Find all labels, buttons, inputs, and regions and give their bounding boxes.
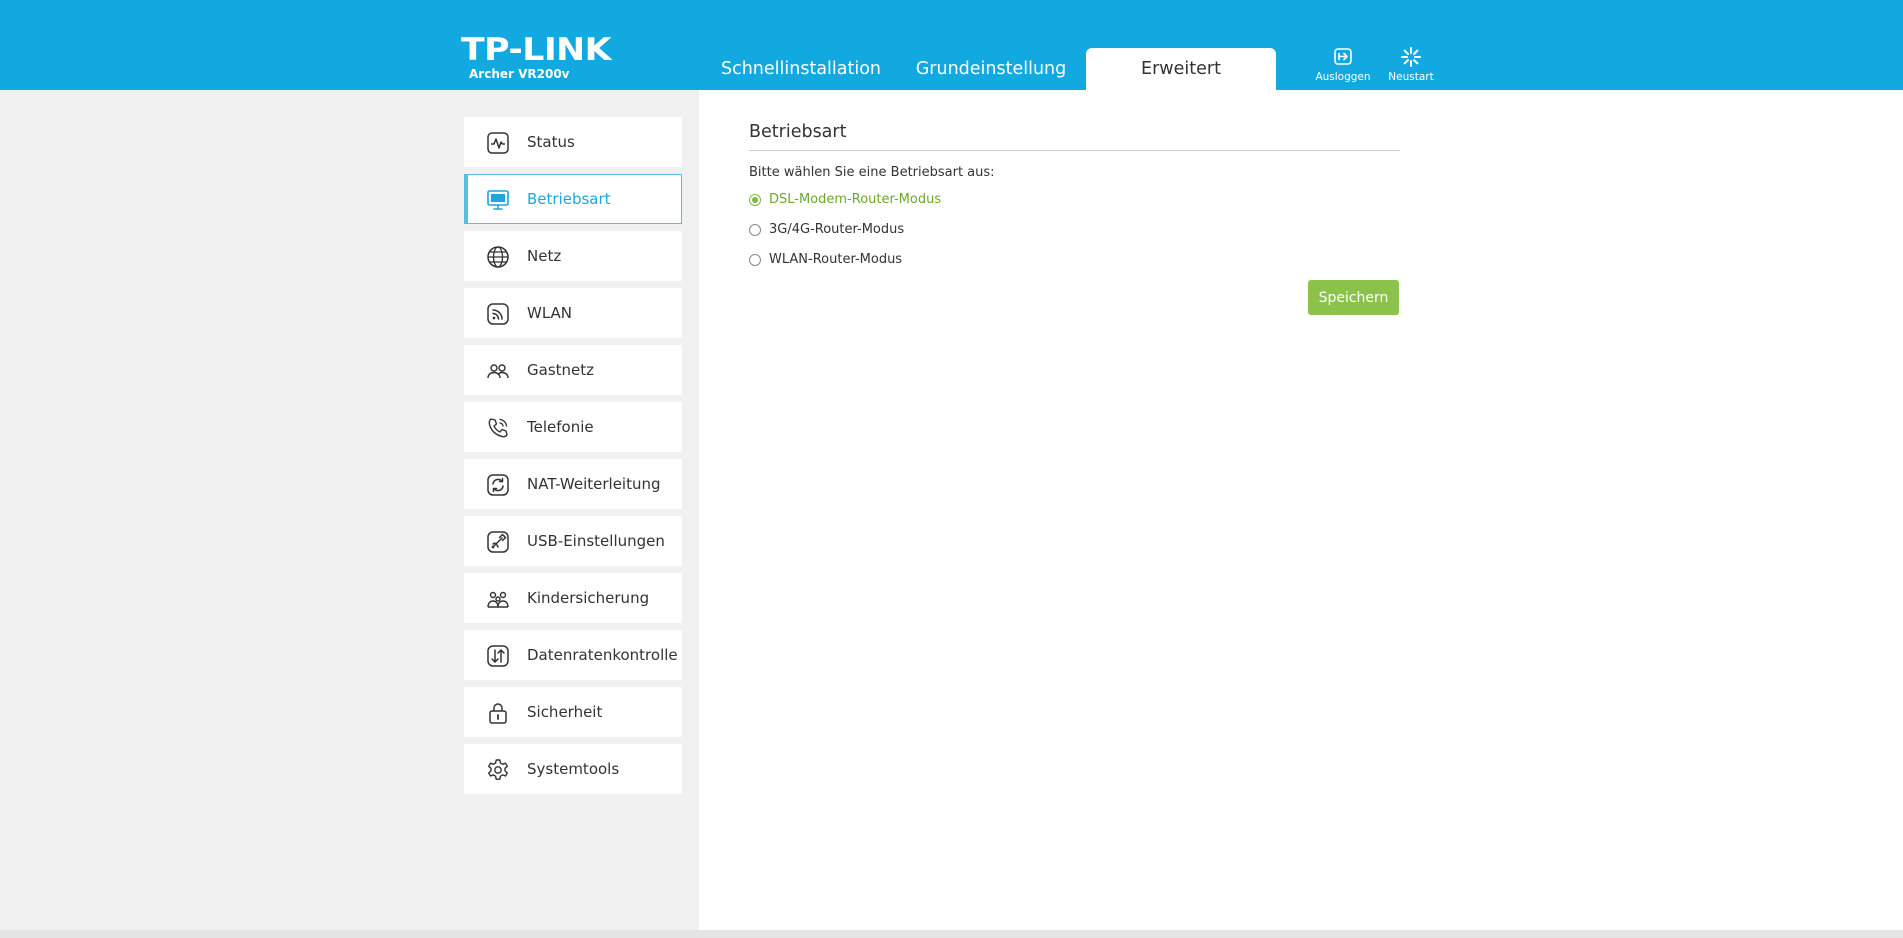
operation-mode-radio-group: DSL-Modem-Router-Modus 3G/4G-Router-Modu… [749,185,1400,275]
brand-name: TP-LINK [461,32,612,68]
sidebar-item-datenratenkontrolle[interactable]: Datenratenkontrolle [464,630,682,680]
sidebar-item-label: Kindersicherung [527,589,650,607]
sidebar-item-gastnetz[interactable]: Gastnetz [464,345,682,395]
radio-label[interactable]: WLAN-Router-Modus [769,245,902,275]
radio-dsl-modem-router[interactable]: DSL-Modem-Router-Modus [749,185,1400,215]
reboot-label: Neustart [1388,71,1434,83]
sidebar-item-usb-einstellungen[interactable]: USB-Einstellungen [464,516,682,566]
monitor-icon [487,190,509,210]
top-header: TP-LINK Archer VR200v Schnellinstallatio… [0,0,1903,90]
sidebar-item-label: WLAN [527,304,573,322]
tab-grundeinstellung[interactable]: Grundeinstellung [908,48,1074,90]
tab-schnellinstallation[interactable]: Schnellinstallation [706,48,896,90]
sidebar-item-label: Netz [527,247,562,265]
bottom-bar [0,930,1903,938]
logout-icon [1334,48,1352,65]
mode-prompt: Bitte wählen Sie eine Betriebsart aus: [749,165,995,180]
page-title: Betriebsart [749,120,1400,151]
sidebar-nav: Status Betriebsart Netz WLAN Gastnetz Te… [464,117,682,801]
sidebar-item-kindersicherung[interactable]: Kindersicherung [464,573,682,623]
radio-button[interactable] [749,254,761,266]
usb-icon [487,531,509,553]
family-icon [487,591,509,608]
sidebar-item-wlan[interactable]: WLAN [464,288,682,338]
sidebar-item-label: Gastnetz [527,361,595,379]
guests-icon [487,364,509,379]
sidebar-item-status[interactable]: Status [464,117,682,167]
reboot-button[interactable]: Neustart [1376,46,1446,86]
wifi-icon [487,303,509,325]
logout-label: Ausloggen [1315,71,1371,83]
main-content: Betriebsart Bitte wählen Sie eine Betrie… [749,120,1400,315]
radio-label[interactable]: DSL-Modem-Router-Modus [769,185,941,215]
radio-3g4g-router[interactable]: 3G/4G-Router-Modus [749,215,1400,245]
sidebar-item-label: Sicherheit [527,703,603,721]
nat-refresh-icon [487,474,509,496]
radio-button[interactable] [749,194,761,206]
model-name: Archer VR200v [469,67,570,81]
reboot-spinner-icon [1401,47,1421,67]
sidebar-item-telefonie[interactable]: Telefonie [464,402,682,452]
globe-icon [487,246,509,268]
logout-button[interactable]: Ausloggen [1308,46,1378,86]
lock-icon [489,703,507,724]
gear-icon [488,759,508,780]
status-pulse-icon [487,132,509,154]
bandwidth-icon [487,645,509,667]
radio-wlan-router[interactable]: WLAN-Router-Modus [749,245,1400,275]
sidebar-item-label: Datenratenkontrolle [527,646,678,664]
sidebar-item-label: Telefonie [527,418,594,436]
sidebar-item-label: Systemtools [527,760,620,778]
radio-button[interactable] [749,224,761,236]
radio-label[interactable]: 3G/4G-Router-Modus [769,215,904,245]
tp-link-logo: TP-LINK Archer VR200v [461,35,612,82]
phone-icon [488,418,508,438]
sidebar-item-label: NAT-Weiterleitung [527,475,661,493]
sidebar-item-label: USB-Einstellungen [527,532,665,550]
tab-erweitert[interactable]: Erweitert [1086,48,1276,90]
sidebar-item-nat-weiterleitung[interactable]: NAT-Weiterleitung [464,459,682,509]
sidebar-item-sicherheit[interactable]: Sicherheit [464,687,682,737]
sidebar-item-label: Status [527,133,575,151]
sidebar-item-betriebsart[interactable]: Betriebsart [464,174,682,224]
save-button[interactable]: Speichern [1308,280,1399,315]
sidebar-item-label: Betriebsart [527,190,611,208]
sidebar-item-netz[interactable]: Netz [464,231,682,281]
sidebar-item-systemtools[interactable]: Systemtools [464,744,682,794]
